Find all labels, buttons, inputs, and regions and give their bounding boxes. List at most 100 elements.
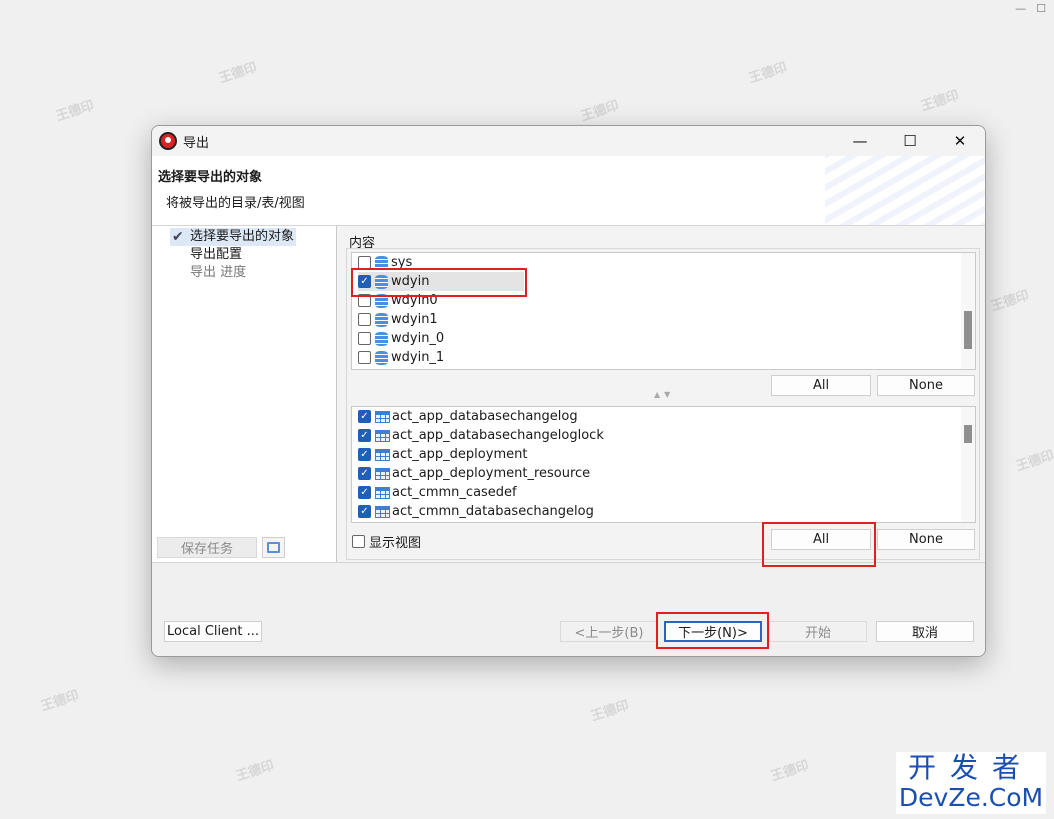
save-profile-button[interactable] xyxy=(262,537,285,558)
nav-item-label: 选择要导出的对象 xyxy=(190,229,295,244)
database-icon xyxy=(375,293,388,308)
watermark: 王德印 xyxy=(747,60,789,87)
wizard-step-title: 选择要导出的对象 xyxy=(158,170,263,185)
table-name: act_app_deployment_resource xyxy=(392,466,591,481)
catalog-list[interactable]: sys ✓ wdyin wdyin0 wdyin1 wdyin_0 wdyin_… xyxy=(351,252,976,370)
checkbox[interactable]: ✓ xyxy=(358,410,371,423)
table-name: act_app_deployment xyxy=(392,447,528,462)
check-icon: ✔ xyxy=(172,229,184,245)
scrollbar-thumb[interactable] xyxy=(964,311,972,349)
site-logo-line1: 开发者 xyxy=(907,751,1034,784)
local-client-button[interactable]: Local Client ... xyxy=(164,621,262,642)
list-item[interactable]: wdyin_1 xyxy=(358,348,444,367)
background-window-controls: — ☐ xyxy=(1015,2,1046,15)
next-button[interactable]: 下一步(N)> xyxy=(664,621,762,642)
table-icon xyxy=(375,486,390,499)
save-task-button[interactable]: 保存任务 xyxy=(157,537,257,558)
list-item[interactable]: sys xyxy=(358,253,412,272)
minimize-button[interactable]: — xyxy=(835,126,885,156)
show-views-option[interactable]: 显示视图 xyxy=(352,532,421,551)
splitter-arrows-icon[interactable]: ▲▼ xyxy=(654,390,674,399)
export-dialog: 导出 — ☐ ✕ 选择要导出的对象 将被导出的目录/表/视图 ✔ 选择要导出的对… xyxy=(151,125,986,657)
watermark: 王德印 xyxy=(579,98,621,125)
title-bar: 导出 — ☐ ✕ xyxy=(152,126,985,156)
checkbox[interactable] xyxy=(358,256,371,269)
watermark: 王德印 xyxy=(919,88,961,115)
load-profile-icon xyxy=(267,542,280,553)
database-icon xyxy=(375,312,388,327)
list-item[interactable]: ✓ act_app_databasechangeloglock xyxy=(358,426,604,445)
checkbox[interactable]: ✓ xyxy=(358,448,371,461)
maximize-icon[interactable]: ☐ xyxy=(1036,2,1046,15)
minimize-icon: — xyxy=(852,132,868,150)
watermark: 王德印 xyxy=(39,688,81,715)
table-none-button[interactable]: None xyxy=(877,529,975,550)
start-button[interactable]: 开始 xyxy=(769,621,867,642)
list-item[interactable]: ✓ act_cmmn_casedef xyxy=(358,483,517,502)
list-item[interactable]: ✓ act_cmmn_databasechangelog xyxy=(358,502,594,521)
database-icon xyxy=(375,255,388,270)
checkbox[interactable]: ✓ xyxy=(358,429,371,442)
checkbox[interactable]: ✓ xyxy=(358,486,371,499)
table-icon xyxy=(375,505,390,518)
catalog-name: wdyin_1 xyxy=(391,350,445,365)
wizard-footer: Local Client ... <上一步(B) 下一步(N)> 开始 取消 xyxy=(152,562,985,656)
list-item[interactable]: wdyin0 xyxy=(358,291,438,310)
list-item[interactable]: wdyin1 xyxy=(358,310,438,329)
site-logo-line2: DevZe.CoM xyxy=(898,783,1044,812)
checkbox[interactable]: ✓ xyxy=(358,275,371,288)
table-name: act_app_databasechangeloglock xyxy=(392,428,604,443)
catalog-all-button[interactable]: All xyxy=(771,375,871,396)
prev-button[interactable]: <上一步(B) xyxy=(560,621,658,642)
minimize-icon[interactable]: — xyxy=(1015,2,1026,15)
table-icon xyxy=(375,429,390,442)
list-item[interactable]: ✓ wdyin xyxy=(358,272,524,291)
table-name: act_cmmn_databasechangelog xyxy=(392,504,594,519)
checkbox[interactable] xyxy=(358,294,371,307)
checkbox[interactable] xyxy=(358,313,371,326)
scrollbar-thumb[interactable] xyxy=(964,425,972,443)
table-all-button[interactable]: All xyxy=(771,529,871,550)
list-item[interactable]: ✓ act_app_deployment_resource xyxy=(358,464,590,483)
list-item[interactable]: wdyin_0 xyxy=(358,329,444,348)
database-icon xyxy=(375,331,388,346)
nav-item-export-progress: 导出 进度 xyxy=(190,265,247,280)
catalog-none-button[interactable]: None xyxy=(877,375,975,396)
watermark: 王德印 xyxy=(589,698,631,725)
watermark: 王德印 xyxy=(217,60,259,87)
site-logo: 开发者 DevZe.CoM xyxy=(896,752,1046,814)
window-title: 导出 xyxy=(183,135,210,151)
content-pane: 内容 sys ✓ wdyin wdyin0 wdyin1 wdyin_0 wdy… xyxy=(338,226,985,562)
header-decoration xyxy=(825,156,985,225)
watermark: 王德印 xyxy=(234,758,276,785)
table-icon xyxy=(375,410,390,423)
maximize-button[interactable]: ☐ xyxy=(885,126,935,156)
nav-item-export-config[interactable]: 导出配置 xyxy=(190,246,242,264)
wizard-nav: ✔ 选择要导出的对象 导出配置 导出 进度 保存任务 xyxy=(152,226,337,562)
checkbox[interactable]: ✓ xyxy=(358,505,371,518)
watermark: 王德印 xyxy=(989,288,1031,315)
table-name: act_app_databasechangelog xyxy=(392,409,578,424)
checkbox[interactable] xyxy=(358,351,371,364)
table-scrollbar[interactable] xyxy=(961,407,975,522)
watermark: 王德印 xyxy=(769,758,811,785)
close-icon: ✕ xyxy=(953,132,967,150)
close-button[interactable]: ✕ xyxy=(935,126,985,156)
catalog-scrollbar[interactable] xyxy=(961,253,975,369)
catalog-name: wdyin_0 xyxy=(391,331,445,346)
table-name: act_cmmn_casedef xyxy=(392,485,517,500)
table-list[interactable]: ✓ act_app_databasechangelog ✓ act_app_da… xyxy=(351,406,976,523)
nav-item-select-objects[interactable]: ✔ 选择要导出的对象 xyxy=(170,228,297,246)
database-icon xyxy=(375,350,388,365)
watermark: 王德印 xyxy=(1014,448,1054,475)
database-icon xyxy=(375,274,388,289)
checkbox[interactable]: ✓ xyxy=(358,467,371,480)
table-icon xyxy=(375,467,390,480)
watermark: 王德印 xyxy=(54,98,96,125)
checkbox[interactable] xyxy=(358,332,371,345)
show-views-checkbox[interactable] xyxy=(352,535,365,548)
cancel-button[interactable]: 取消 xyxy=(876,621,974,642)
list-item[interactable]: ✓ act_app_deployment xyxy=(358,445,527,464)
list-item[interactable]: ✓ act_app_databasechangelog xyxy=(358,407,578,426)
show-views-label: 显示视图 xyxy=(369,536,422,551)
